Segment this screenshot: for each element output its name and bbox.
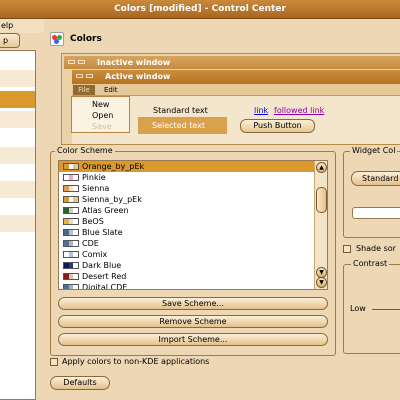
contrast-group-title: Contrast: [351, 259, 390, 268]
scheme-color-swatch: [63, 251, 79, 258]
module-list-row[interactable]: [0, 181, 35, 198]
inactive-window-titlebar[interactable]: Inactive window: [64, 56, 400, 69]
widget-color-group: [343, 151, 400, 238]
scheme-list-item-label: Dark Blue: [82, 261, 122, 270]
push-button-sample[interactable]: Push Button: [240, 119, 315, 133]
scroll-up-icon[interactable]: ▲: [316, 162, 327, 173]
link-sample[interactable]: link: [254, 106, 268, 115]
scheme-list-item-label: Pinkie: [82, 173, 106, 182]
preview-file-dropdown[interactable]: New Open Save: [71, 96, 130, 133]
scheme-color-swatch: [63, 163, 79, 170]
shade-sorted-checkbox[interactable]: [343, 245, 351, 253]
scheme-color-swatch: [63, 185, 79, 192]
menu-bar: elp: [0, 19, 44, 33]
scheme-list-item[interactable]: Desert Red: [59, 271, 316, 282]
scroll-down-icon[interactable]: ▼: [316, 277, 327, 288]
module-list-row[interactable]: [0, 111, 35, 128]
scheme-list-item[interactable]: Atlas Green: [59, 205, 316, 216]
widget-color-group-title: Widget Col: [350, 146, 398, 155]
color-scheme-group-title: Color Scheme: [55, 146, 115, 155]
scheme-color-swatch: [63, 196, 79, 203]
scheme-list-item[interactable]: Sienna: [59, 183, 316, 194]
apply-non-kde-label: Apply colors to non-KDE applications: [62, 357, 210, 366]
scheme-list-item-label: CDE: [82, 239, 99, 248]
panel-title: Colors: [70, 34, 102, 44]
dropdown-item-save-disabled: Save: [92, 122, 112, 131]
followed-link-sample[interactable]: followed link: [274, 106, 324, 115]
defaults-button[interactable]: Defaults: [50, 376, 110, 390]
scheme-color-swatch: [63, 240, 79, 247]
preview-menu-bar: [72, 84, 400, 96]
module-list[interactable]: [0, 50, 36, 400]
scheme-color-swatch: [63, 229, 79, 236]
scheme-list-item-label: Comix: [82, 250, 108, 259]
scheme-color-swatch: [63, 218, 79, 225]
color-scheme-list[interactable]: Orange_by_pEk Pinkie Sienna Sienna_by_pEk At…: [58, 160, 328, 290]
scheme-list-item[interactable]: Comix: [59, 249, 316, 260]
scheme-list-item[interactable]: Blue Slate: [59, 227, 316, 238]
scheme-list-item-label: Atlas Green: [82, 206, 129, 215]
dropdown-item-new[interactable]: New: [92, 100, 109, 109]
scheme-list-item-label: Sienna: [82, 184, 110, 193]
inactive-window-title: Inactive window: [97, 58, 171, 67]
help-button[interactable]: p: [0, 33, 20, 48]
contrast-low-label: Low: [350, 304, 366, 313]
scheme-list-item-label: Digital CDE: [82, 283, 128, 290]
active-window-titlebar[interactable]: Active window: [72, 70, 400, 84]
scheme-list-item[interactable]: CDE: [59, 238, 316, 249]
module-list-row-selected[interactable]: [0, 91, 35, 108]
scheme-list-scrollbar[interactable]: ▲ ▼ ▼: [314, 161, 327, 289]
scheme-list-item[interactable]: BeOS: [59, 216, 316, 227]
module-list-row[interactable]: [0, 147, 35, 164]
scheme-list-item[interactable]: Dark Blue: [59, 260, 316, 271]
scheme-list-item[interactable]: Pinkie: [59, 172, 316, 183]
preview-menu-edit[interactable]: Edit: [104, 86, 118, 94]
scrollbar-thumb[interactable]: [316, 187, 327, 213]
save-scheme-button[interactable]: Save Scheme...: [58, 297, 328, 310]
scheme-list-item-selected[interactable]: Orange_by_pEk: [59, 161, 316, 172]
maximize-icon: [86, 74, 93, 78]
shade-sorted-label: Shade sor: [356, 244, 396, 253]
minimize-icon: [68, 60, 75, 64]
minimize-icon: [76, 74, 83, 78]
active-window-title: Active window: [105, 72, 171, 81]
scheme-color-swatch: [63, 262, 79, 269]
scheme-list-item-label: Sienna_by_pEk: [82, 195, 142, 204]
maximize-icon: [78, 60, 85, 64]
scheme-color-swatch: [63, 273, 79, 280]
scheme-list-item[interactable]: Digital CDE: [59, 282, 316, 290]
selected-text-sample: Selected text: [138, 117, 227, 134]
widget-color-button[interactable]: [352, 207, 400, 219]
module-list-row[interactable]: [0, 215, 35, 232]
scheme-color-swatch: [63, 174, 79, 181]
scheme-list-item-label: Blue Slate: [82, 228, 123, 237]
dropdown-item-open[interactable]: Open: [92, 111, 113, 120]
standard-text-sample: Standard text: [153, 106, 208, 115]
scheme-list-item-label: Orange_by_pEk: [82, 162, 145, 171]
colors-palette-icon: [50, 32, 64, 46]
scheme-list-item-label: BeOS: [82, 217, 104, 226]
help-button-label: p: [3, 36, 9, 45]
module-list-row[interactable]: [0, 70, 35, 87]
remove-scheme-button[interactable]: Remove Scheme: [58, 315, 328, 328]
contrast-slider-track[interactable]: [372, 309, 400, 310]
scheme-color-swatch: [63, 284, 79, 289]
import-scheme-button[interactable]: Import Scheme...: [58, 333, 328, 346]
apply-non-kde-checkbox[interactable]: [50, 358, 58, 366]
scheme-list-item[interactable]: Sienna_by_pEk: [59, 194, 316, 205]
scheme-color-swatch: [63, 207, 79, 214]
preview-menu-file[interactable]: File: [73, 85, 95, 95]
scheme-list-item-label: Desert Red: [82, 272, 127, 281]
window-title: Colors [modified] - Control Center: [114, 4, 286, 14]
window-title-bar[interactable]: Colors [modified] - Control Center: [0, 0, 400, 19]
menu-help[interactable]: elp: [1, 19, 13, 33]
widget-color-dropdown[interactable]: Standard: [351, 171, 400, 186]
